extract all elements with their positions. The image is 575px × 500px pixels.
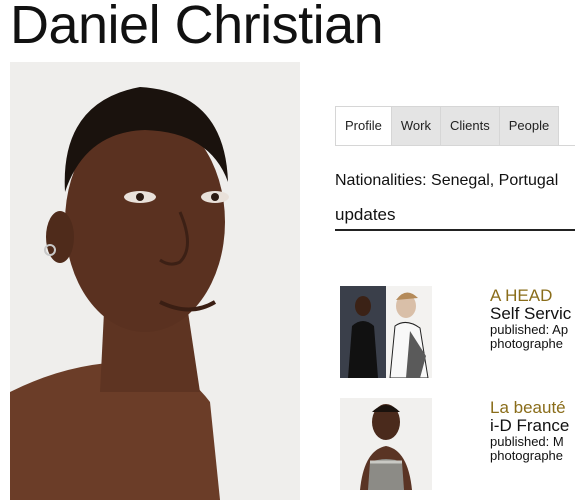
tab-profile[interactable]: Profile (335, 106, 392, 146)
update-thumbnail[interactable] (340, 398, 432, 490)
tabs-divider (335, 145, 575, 146)
update-photographer: photographe (490, 448, 564, 463)
update-item: A HEAD Self Servic published: Ap photogr… (335, 286, 575, 380)
tab-work[interactable]: Work (391, 106, 441, 146)
update-publication: i-D France (490, 416, 570, 435)
updates-divider (335, 229, 575, 231)
update-text: A HEAD Self Servic published: Ap photogr… (490, 286, 575, 351)
update-publication: Self Servic (490, 304, 572, 323)
nationalities-text: Nationalities: Senegal, Portugal (335, 172, 559, 189)
update-published-date: published: Ap (490, 322, 569, 337)
model-portrait-image (10, 62, 300, 500)
update-title-link[interactable]: A HEAD (490, 286, 575, 305)
update-text: La beauté i-D France published: M photog… (490, 398, 575, 463)
page-title: Daniel Christian (10, 0, 384, 55)
update-thumbnail[interactable] (340, 286, 432, 378)
tab-people[interactable]: People (499, 106, 560, 146)
update-published-date: published: M (490, 434, 564, 449)
update-title-link[interactable]: La beauté (490, 398, 575, 417)
updates-heading: updates (335, 205, 396, 224)
profile-tabs: Profile Work Clients People (335, 106, 575, 146)
tab-clients[interactable]: Clients (440, 106, 500, 146)
update-photographer: photographe (490, 336, 564, 351)
update-item: La beauté i-D France published: M photog… (335, 398, 575, 492)
